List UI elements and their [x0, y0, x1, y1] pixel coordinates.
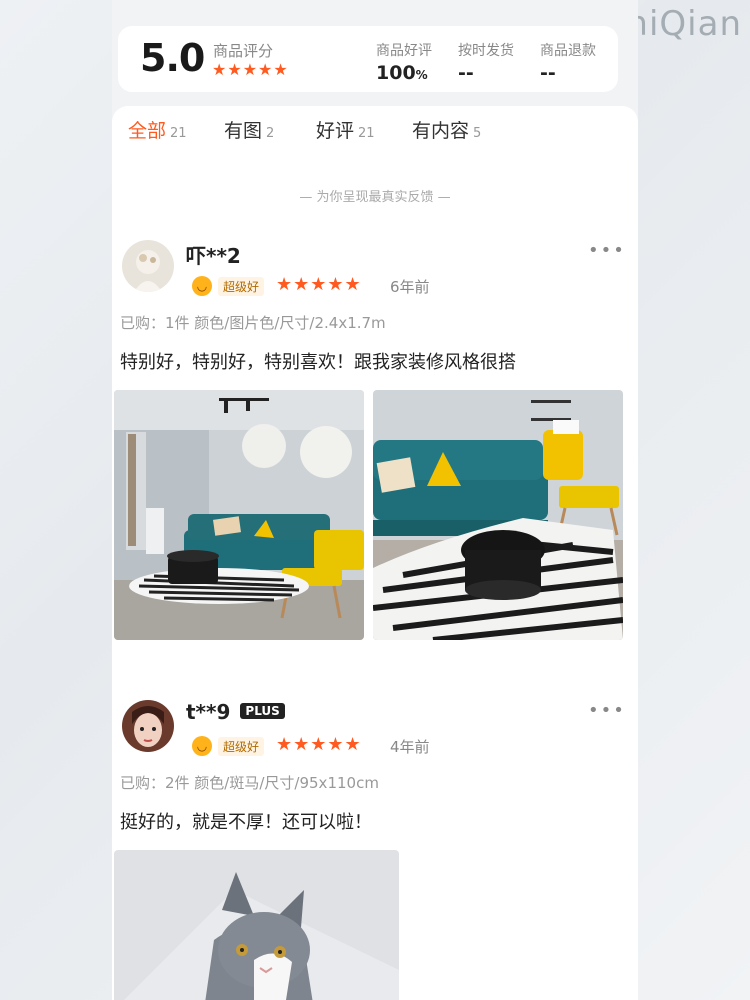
more-options-icon[interactable]: ••• [588, 700, 626, 721]
tab-count: 2 [266, 126, 275, 141]
review-text: 特别好，特别好，特别喜欢！跟我家装修风格很搭 [120, 352, 516, 373]
tab-label: 有内容 [412, 120, 470, 142]
more-options-icon[interactable]: ••• [588, 240, 626, 261]
username[interactable]: 吓**2 [186, 240, 241, 269]
metric-label: 商品退款 [540, 43, 596, 59]
metric-value: 100 [376, 62, 416, 84]
rating-badge: 超级好 [218, 737, 265, 756]
metric-value: -- [540, 62, 556, 84]
username-text: t**9 [186, 700, 231, 724]
review-photo[interactable] [373, 390, 623, 640]
metric-refund: 商品退款 -- [540, 40, 596, 84]
metric-unit: % [415, 68, 428, 82]
tab-count: 21 [170, 126, 187, 141]
feedback-notice: — 为你呈现最真实反馈 — [299, 190, 451, 205]
review-text: 挺好的，就是不厚！还可以啦！ [120, 812, 372, 833]
metric-positive-rate: 商品好评 100% [376, 40, 432, 84]
metric-label: 商品好评 [376, 43, 432, 59]
avatar[interactable] [122, 240, 174, 292]
tab-label: 好评 [316, 120, 355, 142]
score-stars-icon: ★★★★★ [212, 60, 289, 79]
smile-icon: ◡ [192, 276, 212, 296]
overall-score: 5.0 [140, 36, 205, 80]
star-rating-icon: ★★★★★ [276, 274, 362, 295]
tab-label: 全部 [128, 120, 167, 142]
purchase-info: 已购：2件 颜色/斑马/尺寸/95x110cm [120, 774, 379, 792]
reviews-panel: 全部 21 有图 2 好评 21 有内容 5 — 为你呈现最真实反馈 — 吓**2 ••… [112, 106, 638, 1000]
tab-label: 有图 [224, 120, 263, 142]
tab-with-content[interactable]: 有内容 5 [412, 116, 481, 143]
tab-positive[interactable]: 好评 21 [316, 116, 375, 143]
plus-member-badge: PLUS [240, 703, 285, 719]
metric-value: -- [458, 62, 474, 84]
star-rating-icon: ★★★★★ [276, 734, 362, 755]
metric-label: 按时发货 [458, 43, 514, 59]
review-photo[interactable] [114, 850, 399, 1000]
username[interactable]: t**9 PLUS [186, 700, 285, 724]
tab-with-images[interactable]: 有图 2 [224, 116, 274, 143]
rating-badge: 超级好 [218, 277, 265, 296]
tab-count: 5 [473, 126, 482, 141]
tab-all[interactable]: 全部 21 [128, 116, 187, 143]
review-photo[interactable] [114, 390, 364, 640]
tab-count: 21 [358, 126, 375, 141]
avatar[interactable] [122, 700, 174, 752]
purchase-info: 已购：1件 颜色/图片色/尺寸/2.4x1.7m [120, 314, 386, 332]
review-time: 6年前 [390, 278, 430, 296]
review-time: 4年前 [390, 738, 430, 756]
score-label: 商品评分 [213, 42, 274, 60]
smile-icon: ◡ [192, 736, 212, 756]
rating-summary-card: 5.0 商品评分 ★★★★★ 商品好评 100% 按时发货 -- 商品退款 -- [118, 26, 618, 92]
metric-ontime-shipping: 按时发货 -- [458, 40, 514, 84]
